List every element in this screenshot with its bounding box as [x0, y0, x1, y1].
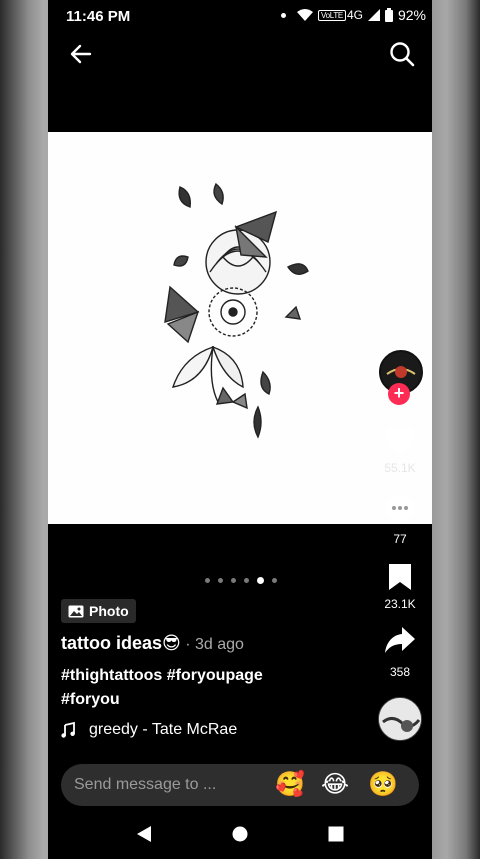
emoji-smiling-hearts-button[interactable]: 🥰: [275, 770, 305, 799]
photo-badge-label: Photo: [89, 603, 129, 619]
message-placeholder: Send message to ...: [74, 776, 217, 793]
save-count: 23.1K: [384, 597, 416, 611]
top-nav: [48, 32, 432, 76]
like-count: 55.1K: [384, 461, 416, 475]
share-count: 358: [389, 665, 411, 679]
hashtags-line-1[interactable]: #thightattoos #foryoupage: [61, 664, 361, 688]
comment-icon: [385, 495, 415, 524]
notification-dot-icon: [281, 12, 287, 18]
network-type: 4G: [346, 8, 363, 22]
like-button[interactable]: 55.1K: [376, 424, 424, 475]
back-button[interactable]: [63, 36, 99, 72]
follow-button[interactable]: +: [388, 383, 410, 405]
search-icon: [390, 42, 415, 67]
signal-icon: [367, 9, 380, 21]
sound-disc[interactable]: [378, 697, 422, 741]
post-caption-title[interactable]: tattoo ideas😎 · 3d ago: [61, 633, 244, 654]
wifi-icon: [297, 9, 314, 21]
sound-name: greedy - Tate McRae: [89, 721, 238, 738]
slide-dot-active: [257, 577, 264, 584]
post-title: tattoo ideas😎: [61, 633, 181, 653]
bookmark-icon: [389, 564, 411, 590]
tattoo-sketch-image: [164, 182, 309, 439]
heart-icon: [385, 426, 415, 454]
sound-cover-image: [379, 698, 421, 740]
search-button[interactable]: [384, 36, 420, 72]
status-bar: 11:46 PM VoLTE 4G 92%: [0, 0, 480, 32]
home-circle-icon[interactable]: [232, 826, 248, 842]
slide-dot: [205, 578, 210, 583]
save-button[interactable]: 23.1K: [376, 562, 424, 611]
comment-count: 77: [393, 532, 407, 546]
volte-badge: VoLTE: [318, 9, 346, 21]
share-arrow-icon: [385, 627, 415, 653]
status-icons: VoLTE 4G 92%: [281, 7, 426, 23]
recents-square-icon[interactable]: [328, 826, 344, 842]
post-hashtags[interactable]: #thightattoos #foryoupage #foryou: [61, 664, 361, 712]
hashtags-line-2[interactable]: #foryou: [61, 688, 361, 712]
slide-dot: [244, 578, 249, 583]
slide-dot: [272, 578, 277, 583]
image-icon: [68, 605, 84, 617]
battery-percent: 92%: [397, 7, 426, 23]
system-nav-bar: [48, 808, 432, 859]
music-note-icon: [61, 722, 75, 738]
comment-button[interactable]: 77: [376, 493, 424, 546]
battery-icon: [384, 8, 393, 22]
arrow-left-icon: [70, 44, 92, 64]
slide-dot: [218, 578, 223, 583]
message-input[interactable]: Send message to ... 🥰 😂 🥺: [61, 764, 419, 806]
share-button[interactable]: 358: [376, 624, 424, 679]
slide-dot: [231, 578, 236, 583]
photo-badge: Photo: [61, 599, 136, 623]
post-photo[interactable]: [48, 132, 432, 524]
sound-link[interactable]: greedy - Tate McRae: [61, 721, 237, 739]
back-triangle-icon[interactable]: [136, 825, 152, 843]
emoji-tears-of-joy-button[interactable]: 😂: [321, 770, 349, 799]
slide-indicator: [205, 577, 277, 584]
post-age: · 3d ago: [180, 636, 244, 653]
emoji-pleading-button[interactable]: 🥺: [368, 770, 398, 799]
status-time: 11:46 PM: [66, 8, 131, 25]
